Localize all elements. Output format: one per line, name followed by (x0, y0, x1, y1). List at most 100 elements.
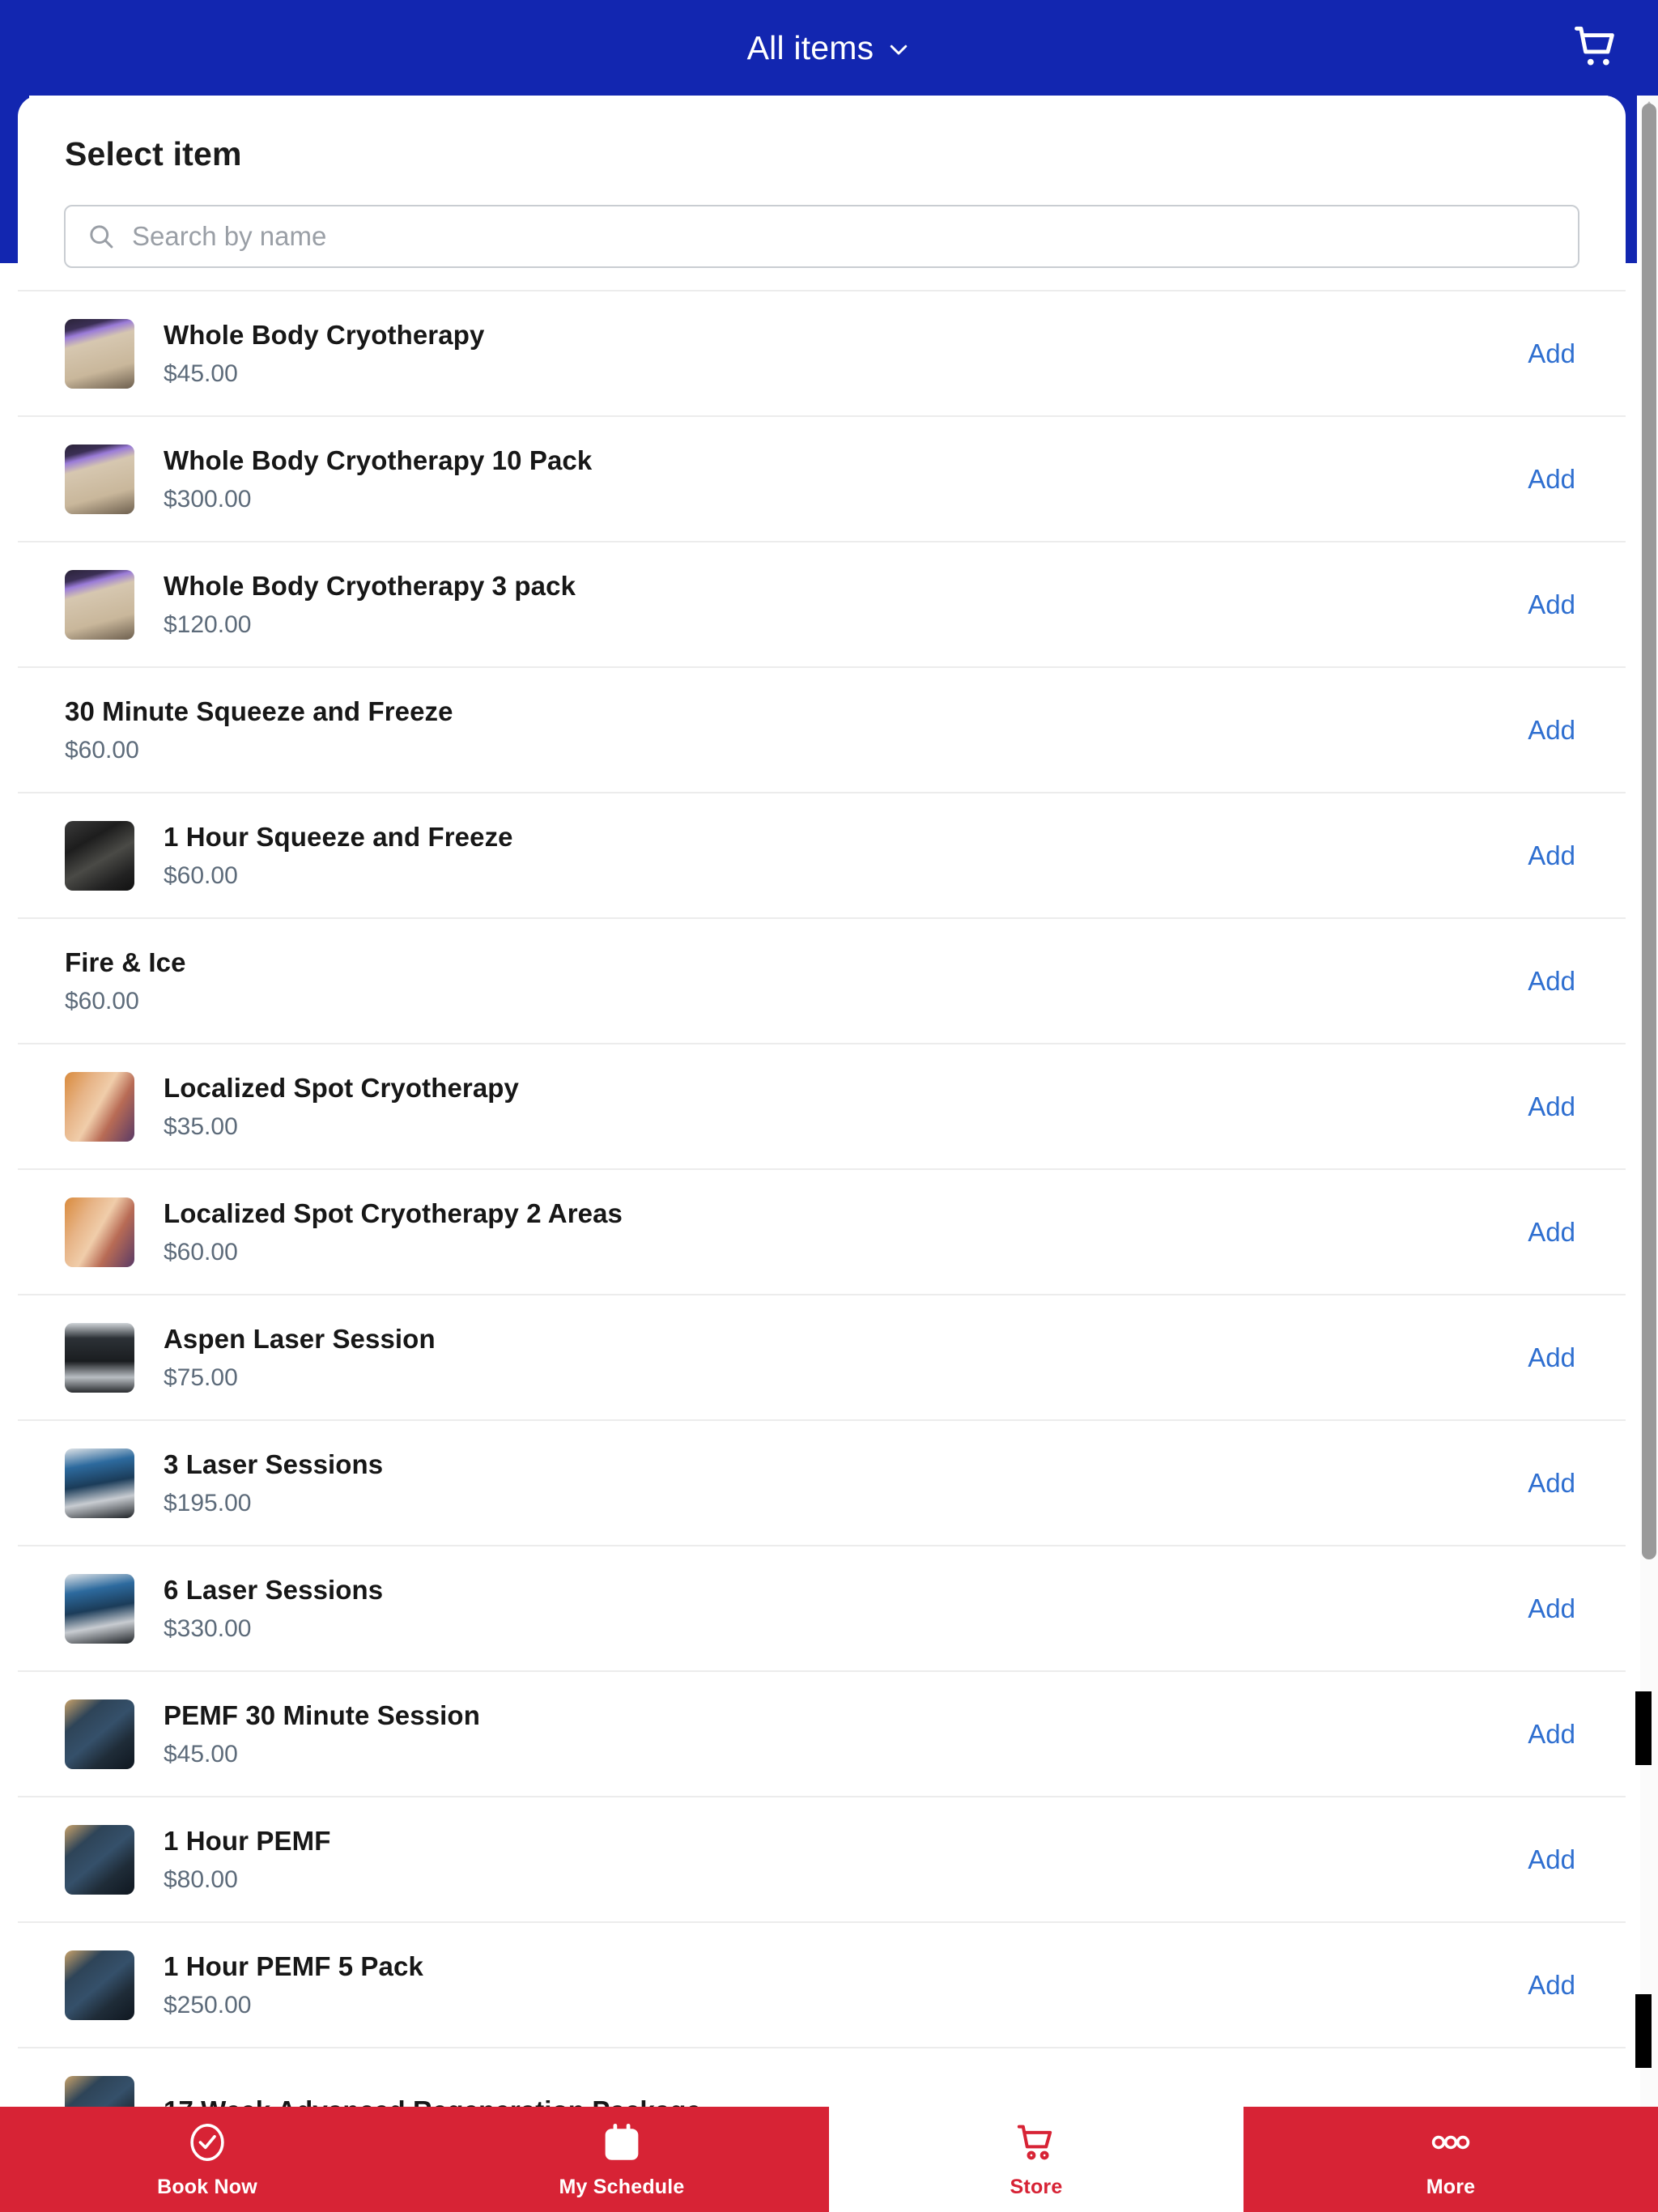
list-item[interactable]: 6 Laser Sessions $330.00 Add (18, 1545, 1626, 1670)
item-info: Whole Body Cryotherapy 3 pack $120.00 (164, 571, 1528, 639)
nav-tab-book-now[interactable]: Book Now (0, 2107, 414, 2212)
item-name: Aspen Laser Session (164, 1323, 436, 1354)
item-list[interactable]: Whole Body Cryotherapy $45.00 Add Whole Bod… (18, 290, 1626, 2212)
item-thumbnail (65, 1071, 134, 1142)
nav-tab-label: My Schedule (559, 2175, 685, 2198)
screen-edge-marker-bottom (1635, 1994, 1652, 2068)
nav-tab-label: Book Now (157, 2175, 257, 2198)
item-thumbnail (65, 1824, 134, 1895)
item-name: Localized Spot Cryotherapy (164, 1072, 520, 1103)
search-icon (87, 222, 116, 251)
item-name: Localized Spot Cryotherapy 2 Areas (164, 1197, 623, 1228)
list-item[interactable]: Localized Spot Cryotherapy 2 Areas $60.00… (18, 1168, 1626, 1294)
nav-tab-more[interactable]: More (1244, 2107, 1658, 2212)
item-info: Whole Body Cryotherapy $45.00 (164, 320, 1528, 388)
item-price: $60.00 (164, 861, 238, 889)
item-name: PEMF 30 Minute Session (164, 1699, 480, 1730)
add-item-button[interactable]: Add (1528, 1970, 1579, 2001)
list-item[interactable]: 1 Hour PEMF $80.00 Add (18, 1796, 1626, 1921)
item-info: 1 Hour PEMF 5 Pack $250.00 (164, 1951, 1528, 2019)
item-thumbnail (65, 820, 134, 891)
chevron-down-icon (886, 37, 911, 62)
search-field-wrapper[interactable] (64, 205, 1579, 268)
check-circle-icon (185, 2121, 229, 2164)
select-item-sheet: Select item Whole Body Cryotherapy $45.00… (18, 96, 1626, 2212)
item-price: $330.00 (164, 1614, 252, 1642)
item-price: $250.00 (164, 1991, 252, 2018)
scrollbar-thumb[interactable] (1642, 104, 1656, 1559)
list-item[interactable]: Localized Spot Cryotherapy $35.00 Add (18, 1043, 1626, 1168)
item-info: Localized Spot Cryotherapy 2 Areas $60.00 (164, 1198, 1528, 1266)
page-scrollbar[interactable] (1637, 96, 1658, 2212)
item-name: 1 Hour PEMF 5 Pack (164, 1950, 423, 1981)
list-item[interactable]: Aspen Laser Session $75.00 Add (18, 1294, 1626, 1419)
add-item-button[interactable]: Add (1528, 464, 1579, 495)
item-price: $45.00 (164, 359, 238, 387)
item-price: $120.00 (164, 610, 252, 638)
list-item[interactable]: Whole Body Cryotherapy $45.00 Add (18, 290, 1626, 415)
item-price: $60.00 (65, 736, 139, 764)
item-price: $80.00 (164, 1865, 238, 1893)
add-item-button[interactable]: Add (1528, 1719, 1579, 1750)
item-price: $60.00 (164, 1238, 238, 1266)
shopping-cart-icon (1571, 22, 1622, 76)
add-item-button[interactable]: Add (1528, 966, 1579, 997)
item-info: 30 Minute Squeeze and Freeze $60.00 (65, 696, 1528, 764)
top-header-bar: All items (0, 0, 1658, 96)
shopping-cart-icon (1014, 2121, 1058, 2164)
nav-tab-my-schedule[interactable]: My Schedule (414, 2107, 829, 2212)
item-info: Whole Body Cryotherapy 10 Pack $300.00 (164, 445, 1528, 513)
item-thumbnail (65, 1573, 134, 1644)
item-name: 1 Hour PEMF (164, 1825, 331, 1856)
nav-tab-label: Store (1010, 2175, 1063, 2198)
item-info: 1 Hour PEMF $80.00 (164, 1826, 1528, 1894)
add-item-button[interactable]: Add (1528, 715, 1579, 746)
item-name: 3 Laser Sessions (164, 1448, 384, 1479)
nav-tab-store[interactable]: Store (829, 2107, 1244, 2212)
page-title: Select item (65, 135, 242, 172)
ellipsis-icon (1429, 2121, 1473, 2164)
list-item[interactable]: Whole Body Cryotherapy 10 Pack $300.00 Add (18, 415, 1626, 541)
list-item[interactable]: PEMF 30 Minute Session $45.00 Add (18, 1670, 1626, 1796)
bottom-navigation-bar[interactable]: Book Now My Schedule Store More (0, 2107, 1658, 2212)
list-item[interactable]: 3 Laser Sessions $195.00 Add (18, 1419, 1626, 1545)
add-item-button[interactable]: Add (1528, 1844, 1579, 1875)
item-thumbnail (65, 1197, 134, 1267)
item-info: Fire & Ice $60.00 (65, 947, 1528, 1015)
list-item[interactable]: 1 Hour Squeeze and Freeze $60.00 Add (18, 792, 1626, 917)
category-dropdown-label: All items (746, 28, 874, 66)
add-item-button[interactable]: Add (1528, 840, 1579, 871)
item-thumbnail (65, 569, 134, 640)
item-name: Whole Body Cryotherapy (164, 319, 485, 350)
add-item-button[interactable]: Add (1528, 1342, 1579, 1373)
nav-tab-label: More (1426, 2175, 1476, 2198)
item-name: 6 Laser Sessions (164, 1574, 384, 1605)
search-input[interactable] (132, 221, 1557, 252)
add-item-button[interactable]: Add (1528, 1468, 1579, 1499)
list-item[interactable]: Whole Body Cryotherapy 3 pack $120.00 Add (18, 541, 1626, 666)
item-info: Aspen Laser Session $75.00 (164, 1324, 1528, 1392)
list-item[interactable]: 1 Hour PEMF 5 Pack $250.00 Add (18, 1921, 1626, 2047)
screen-edge-marker-top (1635, 1691, 1652, 1765)
item-price: $45.00 (164, 1740, 238, 1767)
item-thumbnail (65, 1699, 134, 1769)
add-item-button[interactable]: Add (1528, 1593, 1579, 1624)
list-item[interactable]: Fire & Ice $60.00 Add (18, 917, 1626, 1043)
item-name: Whole Body Cryotherapy 10 Pack (164, 445, 593, 475)
add-item-button[interactable]: Add (1528, 1091, 1579, 1122)
item-price: $60.00 (65, 987, 139, 1015)
category-dropdown[interactable]: All items (0, 0, 1658, 96)
item-info: Localized Spot Cryotherapy $35.00 (164, 1073, 1528, 1141)
item-price: $35.00 (164, 1112, 238, 1140)
header-cart-button[interactable] (1559, 11, 1634, 86)
add-item-button[interactable]: Add (1528, 1217, 1579, 1248)
item-thumbnail (65, 1950, 134, 2020)
list-item[interactable]: 30 Minute Squeeze and Freeze $60.00 Add (18, 666, 1626, 792)
item-price: $300.00 (164, 485, 252, 513)
item-thumbnail (65, 1448, 134, 1518)
item-name: Fire & Ice (65, 946, 186, 977)
add-item-button[interactable]: Add (1528, 589, 1579, 620)
item-name: Whole Body Cryotherapy 3 pack (164, 570, 576, 601)
add-item-button[interactable]: Add (1528, 338, 1579, 369)
item-thumbnail (65, 318, 134, 389)
